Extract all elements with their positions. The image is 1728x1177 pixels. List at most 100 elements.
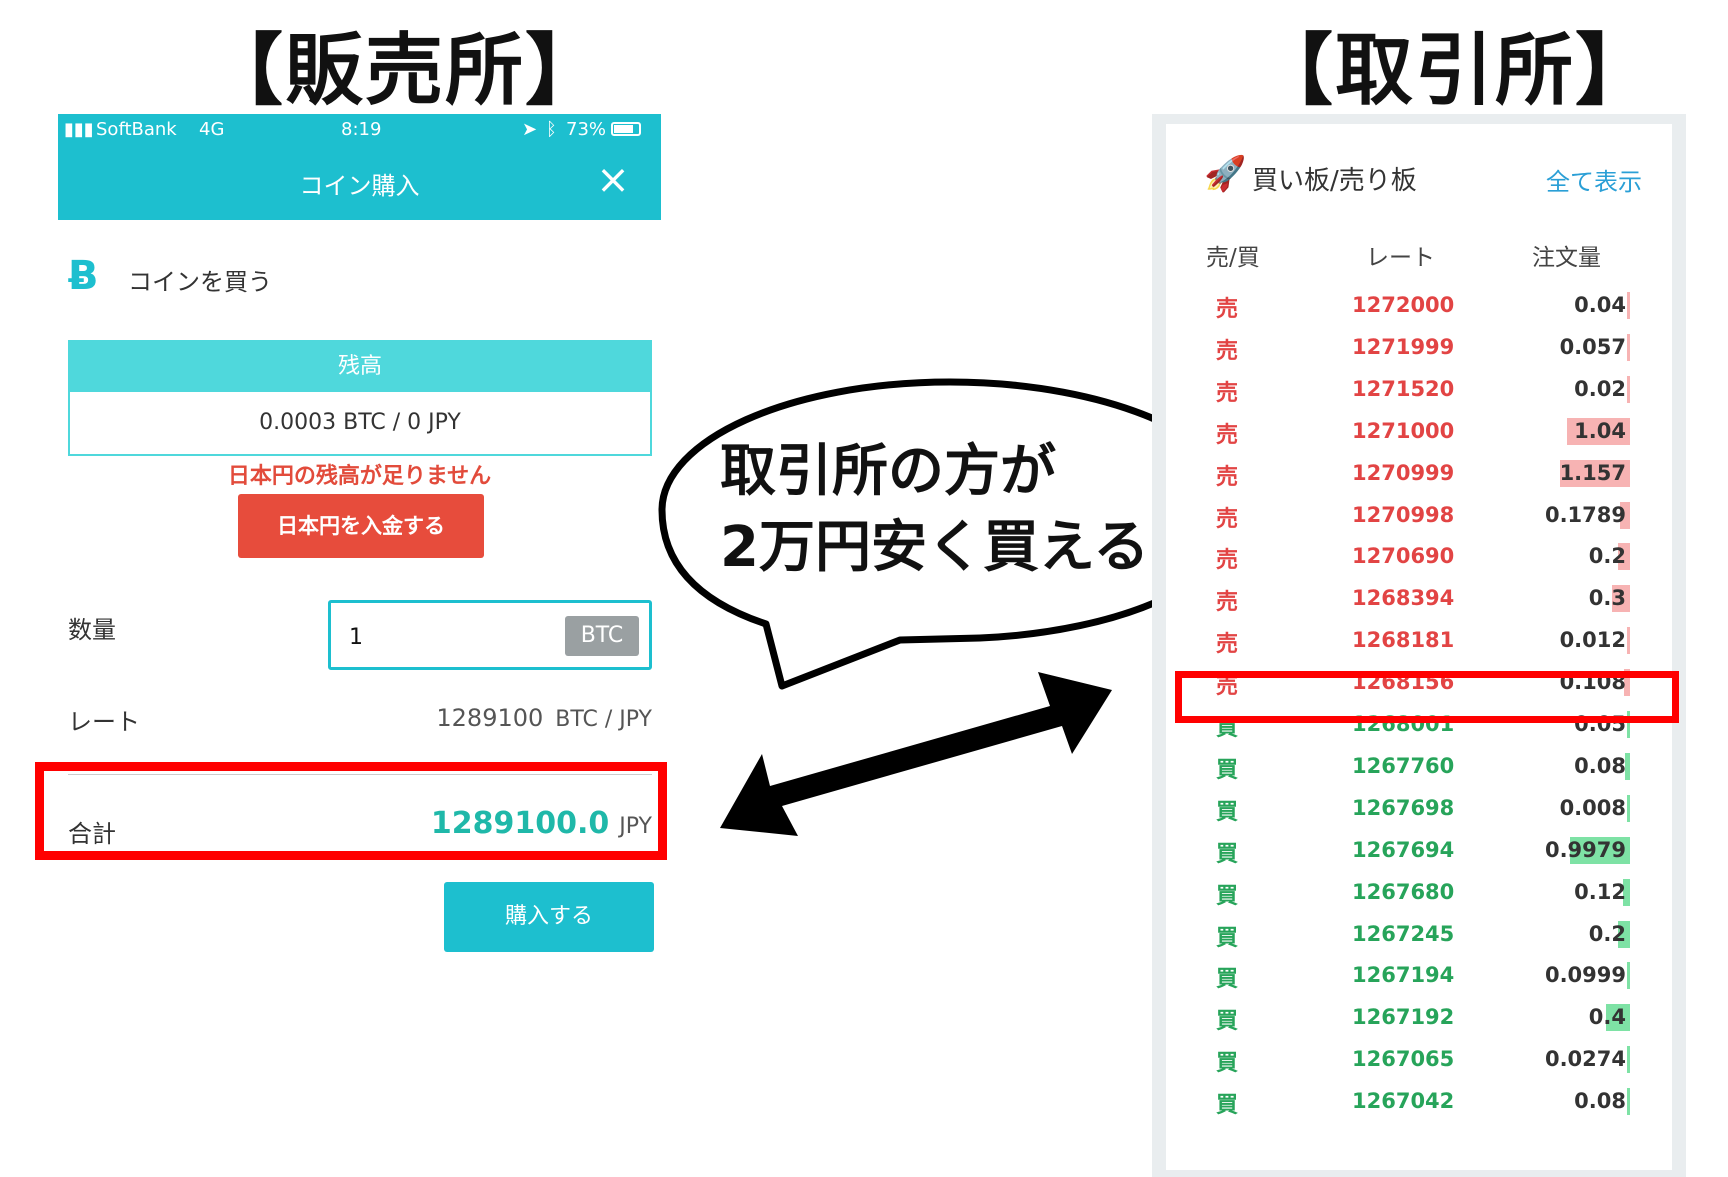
order-amount: 0.0999	[1544, 963, 1626, 988]
order-amount: 0.4	[1588, 1005, 1626, 1030]
order-side: 売	[1216, 297, 1239, 322]
column-header-amount: 注文量	[1532, 245, 1601, 271]
depth-bar	[1627, 375, 1630, 403]
order-amount: 0.2	[1588, 921, 1626, 946]
quantity-unit-badge: BTC	[565, 616, 639, 656]
order-amount: 0.08	[1574, 753, 1626, 778]
order-rate: 1270999	[1352, 460, 1455, 485]
bitcoin-icon: Ƀ	[68, 253, 99, 299]
order-side: 売	[1216, 422, 1239, 448]
rate-label: レート	[68, 708, 140, 736]
orderbook-row[interactable]: 買 1267245 0.2	[1166, 913, 1672, 955]
location-icon: ➤	[522, 119, 538, 140]
orderbook-row[interactable]: 買 1267192 0.4	[1166, 996, 1672, 1038]
order-rate: 1271999	[1352, 334, 1455, 359]
clock: 8:19	[341, 119, 382, 140]
orderbook-row[interactable]: 買 1267698 0.008	[1166, 787, 1672, 829]
quantity-value: 1	[349, 625, 363, 650]
orderbook-row[interactable]: 売 1271000 1.04	[1166, 410, 1672, 452]
order-rate: 1267680	[1352, 879, 1455, 904]
carrier-label: SoftBank	[96, 119, 177, 140]
orderbook-row[interactable]: 買 1267680 0.12	[1166, 871, 1672, 913]
depth-bar	[1627, 627, 1630, 655]
order-amount: 0.9979	[1544, 837, 1626, 862]
network-label: 4G	[199, 119, 225, 140]
order-side: 売	[1216, 632, 1239, 658]
order-side: 売	[1216, 338, 1239, 364]
orderbook-panel: 🚀 買い板/売り板 全て表示 売/買 レート 注文量 売 1272000 0.04 売…	[1166, 124, 1672, 1170]
bluetooth-icon: ᛒ	[546, 119, 557, 140]
orderbook-row[interactable]: 買 1267042 0.08	[1166, 1080, 1672, 1122]
order-side: 売	[1216, 548, 1239, 574]
order-amount: 0.02	[1574, 376, 1626, 401]
orderbook-row[interactable]: 売 1271999 0.057	[1166, 326, 1672, 368]
order-side: 買	[1216, 757, 1239, 783]
order-amount: 0.012	[1559, 628, 1626, 653]
order-rate: 1271000	[1352, 418, 1455, 443]
order-amount: 0.0274	[1544, 1047, 1626, 1072]
order-side: 買	[1216, 925, 1239, 951]
order-side: 買	[1216, 1051, 1239, 1077]
order-rate: 1267194	[1352, 963, 1455, 988]
orderbook-row[interactable]: 売 1271520 0.02	[1166, 368, 1672, 410]
signal-icon: ▮▮▮	[64, 119, 94, 140]
order-rate: 1272000	[1352, 293, 1455, 317]
sales-office-title: 【販売所】	[205, 26, 606, 116]
orderbook-row[interactable]: 買 1267760 0.08	[1166, 745, 1672, 787]
orderbook-row[interactable]: 買 1267065 0.0274	[1166, 1038, 1672, 1080]
order-side: 売	[1216, 380, 1239, 406]
double-arrow-icon	[720, 672, 1112, 836]
status-bar: ▮▮▮ SoftBank 4G 8:19 ➤ ᛒ 73%	[58, 114, 661, 146]
close-icon[interactable]: ×	[593, 160, 633, 200]
order-amount: 0.04	[1574, 293, 1626, 317]
rocket-icon: 🚀	[1204, 154, 1247, 194]
bubble-line-2: 2万円安く買える	[720, 515, 1150, 580]
quantity-input[interactable]: 1 BTC	[328, 600, 652, 670]
orderbook-row[interactable]: 売 1270998 0.1789	[1166, 494, 1672, 536]
order-amount: 0.3	[1588, 586, 1626, 611]
order-rate: 1268394	[1352, 586, 1455, 611]
nav-title: コイン購入	[299, 172, 420, 200]
order-rate: 1268181	[1352, 628, 1455, 653]
balance-header: 残高	[70, 342, 650, 392]
best-ask-highlight-box	[1175, 671, 1679, 723]
depth-bar	[1627, 1046, 1630, 1074]
battery-percent: 73%	[566, 119, 607, 140]
order-amount: 0.2	[1588, 544, 1626, 569]
buy-coin-label: コインを買う	[128, 268, 272, 296]
show-all-link[interactable]: 全て表示	[1546, 162, 1642, 197]
exchange-title: 【取引所】	[1255, 26, 1656, 116]
orderbook-title: 買い板/売り板	[1252, 166, 1417, 196]
order-side: 売	[1216, 590, 1239, 616]
order-amount: 0.008	[1559, 795, 1626, 820]
purchase-button[interactable]: 購入する	[444, 882, 654, 952]
order-rate: 1270690	[1352, 544, 1455, 569]
rate-unit: BTC / JPY	[555, 707, 652, 732]
order-rate: 1267192	[1352, 1005, 1455, 1030]
deposit-yen-button[interactable]: 日本円を入金する	[238, 494, 484, 558]
column-header-rate: レート	[1366, 245, 1435, 271]
order-rate: 1271520	[1352, 376, 1455, 401]
orderbook-row[interactable]: 売 1270999 1.157	[1166, 452, 1672, 494]
orderbook-row[interactable]: 売 1268394 0.3	[1166, 577, 1672, 619]
order-rate: 1267694	[1352, 837, 1455, 862]
order-side: 売	[1216, 464, 1239, 490]
orderbook-row[interactable]: 買 1267694 0.9979	[1166, 829, 1672, 871]
order-amount: 1.157	[1559, 460, 1626, 485]
orderbook-row[interactable]: 売 1268181 0.012	[1166, 619, 1672, 661]
order-amount: 0.1789	[1544, 502, 1626, 527]
order-rate: 1270998	[1352, 502, 1455, 527]
orderbook-row[interactable]: 売 1272000 0.04	[1166, 284, 1672, 326]
depth-bar	[1626, 962, 1630, 990]
quantity-label: 数量	[68, 616, 116, 644]
orderbook-row[interactable]: 買 1267194 0.0999	[1166, 954, 1672, 996]
order-side: 買	[1216, 799, 1239, 825]
order-rate: 1267245	[1352, 921, 1455, 946]
balance-value: 0.0003 BTC / 0 JPY	[259, 410, 461, 435]
order-rate: 1267042	[1352, 1089, 1455, 1114]
orderbook-row[interactable]: 売 1270690 0.2	[1166, 535, 1672, 577]
nav-bar: コイン購入 ×	[58, 146, 661, 220]
order-amount: 0.12	[1574, 879, 1626, 904]
order-amount: 0.08	[1574, 1089, 1626, 1114]
battery-icon	[611, 122, 641, 136]
